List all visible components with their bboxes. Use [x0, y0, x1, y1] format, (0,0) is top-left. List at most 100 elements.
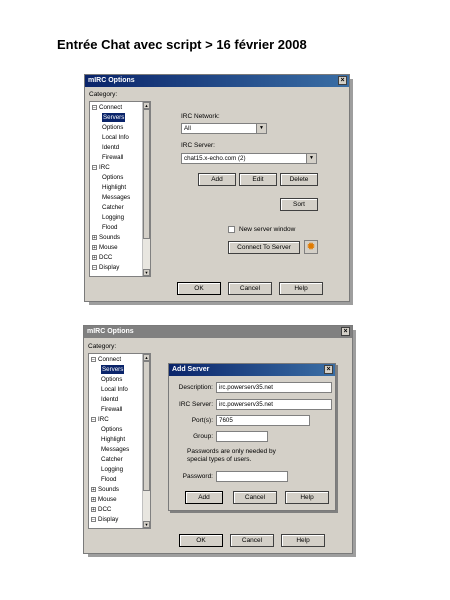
tree-item[interactable]: + Mouse	[92, 243, 118, 252]
collapse-icon[interactable]: −	[91, 416, 96, 422]
tree-item-label: Connect	[98, 356, 122, 363]
tree-item[interactable]: Local Info	[102, 133, 129, 142]
delete-button[interactable]: Delete	[280, 173, 318, 186]
irc-server-select[interactable]: chat15.x-echo.com (2) ▼	[181, 153, 317, 164]
tree-item-label: Highlight	[102, 184, 127, 191]
cancel-button[interactable]: Cancel	[230, 534, 274, 547]
tree-item[interactable]: + Sounds	[91, 485, 119, 494]
help-button[interactable]: Help	[279, 282, 323, 295]
expand-icon[interactable]: +	[92, 254, 97, 260]
tree-item[interactable]: Logging	[101, 465, 123, 474]
tree-item[interactable]: Firewall	[102, 153, 123, 162]
expand-icon[interactable]: +	[92, 244, 97, 250]
tree-item[interactable]: Highlight	[101, 435, 125, 444]
cancel-button[interactable]: Cancel	[228, 282, 272, 295]
close-button[interactable]: ×	[341, 327, 350, 336]
tree-item[interactable]: Servers	[101, 365, 125, 374]
collapse-icon[interactable]: −	[92, 104, 97, 110]
tree-item[interactable]: Highlight	[102, 183, 126, 192]
category-tree[interactable]: ▲ ▼ − Connect Servers Options Local Info Iden…	[88, 353, 151, 529]
tree-item[interactable]: + DCC	[91, 505, 111, 514]
expand-icon[interactable]: +	[91, 486, 96, 492]
ok-button[interactable]: OK	[177, 282, 221, 295]
tree-item[interactable]: Identd	[102, 143, 119, 152]
description-input[interactable]: irc.powerserv35.net	[216, 382, 332, 393]
tree-item[interactable]: Catcher	[101, 455, 123, 464]
mirc-options-window: mIRC Options × Category: ▲ ▼ − Connect Ser…	[84, 74, 350, 302]
scroll-down-arrow-icon[interactable]: ▼	[143, 269, 150, 276]
edit-button[interactable]: Edit	[239, 173, 277, 186]
close-button[interactable]: ×	[338, 76, 347, 85]
scroll-down-arrow-icon[interactable]: ▼	[143, 521, 150, 528]
irc-server-input[interactable]: irc.powerserv35.net	[216, 399, 332, 410]
tree-item[interactable]: + Mouse	[91, 495, 117, 504]
connect-icon[interactable]: ✹	[304, 240, 318, 254]
scroll-thumb[interactable]	[143, 109, 150, 239]
irc-network-label: IRC Network:	[181, 113, 220, 120]
add-button[interactable]: Add	[185, 491, 223, 504]
mirc-options-window: mIRC Options × Category: ▲ ▼ − Connect Ser…	[83, 325, 353, 554]
tree-item-label: DCC	[99, 254, 113, 261]
scroll-up-arrow-icon[interactable]: ▲	[143, 102, 150, 109]
tree-item[interactable]: Servers	[102, 113, 126, 122]
tree-item[interactable]: − Display	[92, 263, 119, 272]
collapse-icon[interactable]: −	[91, 516, 96, 522]
close-button[interactable]: ×	[324, 365, 333, 374]
scroll-up-arrow-icon[interactable]: ▲	[143, 354, 150, 361]
tree-item[interactable]: Catcher	[102, 203, 124, 212]
tree-item-label: DCC	[98, 506, 112, 513]
tree-item[interactable]: Options	[102, 123, 123, 132]
tree-item[interactable]: Options	[102, 173, 123, 182]
ports-input[interactable]: 7605	[216, 415, 310, 426]
help-button[interactable]: Help	[281, 534, 325, 547]
tree-item[interactable]: Options	[101, 425, 122, 434]
tree-item[interactable]: + Sounds	[92, 233, 120, 242]
password-input[interactable]	[216, 471, 288, 482]
tree-item[interactable]: − Display	[91, 515, 118, 524]
tree-item[interactable]: Messages	[102, 193, 130, 202]
tree-item-label: Logging	[102, 214, 125, 221]
tree-item[interactable]: − IRC	[92, 163, 110, 172]
expand-icon[interactable]: +	[91, 506, 96, 512]
collapse-icon[interactable]: −	[92, 264, 97, 270]
sort-button[interactable]: Sort	[280, 198, 318, 211]
scroll-thumb[interactable]	[143, 361, 150, 491]
expand-icon[interactable]: +	[91, 496, 96, 502]
irc-server-label: IRC Server:	[181, 142, 215, 149]
connect-to-server-button[interactable]: Connect To Server	[228, 241, 300, 254]
tree-item[interactable]: Options	[101, 375, 122, 384]
tree-item[interactable]: Logging	[102, 213, 124, 222]
category-tree[interactable]: ▲ ▼ − Connect Servers Options Local Info Iden…	[89, 101, 151, 277]
new-server-window-checkbox[interactable]	[228, 226, 235, 233]
collapse-icon[interactable]: −	[91, 356, 96, 362]
title-bar[interactable]: mIRC Options ×	[85, 75, 349, 87]
tree-item[interactable]: Identd	[101, 395, 118, 404]
tree-scrollbar[interactable]: ▲ ▼	[142, 354, 150, 528]
tree-item[interactable]: Flood	[102, 223, 117, 232]
collapse-icon[interactable]: −	[92, 164, 97, 170]
title-bar[interactable]: Add Server ×	[169, 364, 335, 376]
expand-icon[interactable]: +	[92, 234, 97, 240]
ok-button[interactable]: OK	[179, 534, 223, 547]
add-button[interactable]: Add	[198, 173, 236, 186]
group-input[interactable]	[216, 431, 268, 442]
irc-network-select[interactable]: All ▼	[181, 123, 267, 134]
dropdown-arrow-icon[interactable]: ▼	[256, 124, 266, 133]
window-title: mIRC Options	[87, 328, 134, 335]
tree-scrollbar[interactable]: ▲ ▼	[142, 102, 150, 276]
tree-item[interactable]: − Connect	[91, 355, 121, 364]
cancel-button[interactable]: Cancel	[233, 491, 277, 504]
tree-item-label: Servers	[103, 114, 125, 121]
tree-item[interactable]: + DCC	[92, 253, 112, 262]
tree-item-label: Messages	[102, 194, 131, 201]
tree-item[interactable]: Local Info	[101, 385, 128, 394]
tree-item[interactable]: Firewall	[101, 405, 122, 414]
tree-item[interactable]: Flood	[101, 475, 116, 484]
title-bar[interactable]: mIRC Options ×	[84, 326, 352, 338]
dropdown-arrow-icon[interactable]: ▼	[306, 154, 316, 163]
help-button[interactable]: Help	[285, 491, 329, 504]
tree-item[interactable]: Messages	[101, 445, 129, 454]
tree-item[interactable]: − IRC	[91, 415, 109, 424]
tree-item[interactable]: − Connect	[92, 103, 122, 112]
dialog-title: Add Server	[172, 366, 210, 373]
